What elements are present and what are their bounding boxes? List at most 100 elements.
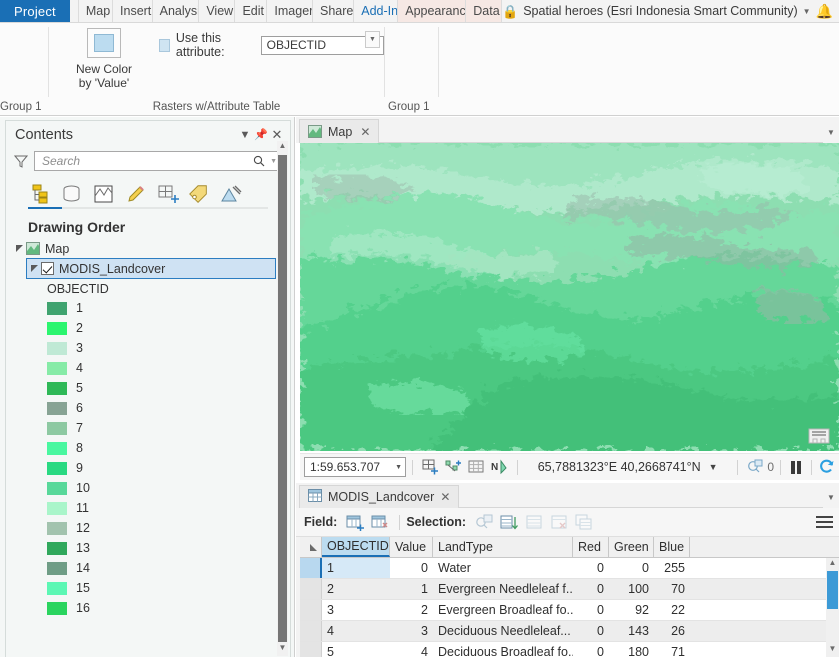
- list-by-editing-icon[interactable]: [124, 183, 147, 205]
- list-by-selection-icon[interactable]: [92, 183, 115, 205]
- tab-map[interactable]: Map: [77, 0, 114, 22]
- cell-value[interactable]: 1: [390, 579, 433, 599]
- column-header-green[interactable]: Green: [609, 537, 654, 557]
- cell-green[interactable]: 180: [609, 642, 654, 657]
- view-tab-overflow-icon[interactable]: ▼: [823, 128, 839, 143]
- search-input[interactable]: Search ▼: [34, 151, 282, 171]
- legend-item[interactable]: 11: [47, 498, 290, 518]
- layer-visibility-checkbox[interactable]: [41, 262, 54, 275]
- cell-objectid[interactable]: 1: [322, 558, 390, 578]
- cell-value[interactable]: 3: [390, 621, 433, 641]
- list-by-charts-icon[interactable]: [220, 183, 243, 205]
- scroll-down-icon[interactable]: ▼: [826, 644, 839, 657]
- add-map-frame-icon[interactable]: [422, 459, 439, 475]
- column-header-landtype[interactable]: LandType: [433, 537, 573, 557]
- cell-landtype[interactable]: Evergreen Needleleaf f...: [433, 579, 573, 599]
- cell-objectid[interactable]: 3: [322, 600, 390, 620]
- tab-data[interactable]: Data: [466, 0, 503, 22]
- tab-imagery[interactable]: Imager: [267, 0, 314, 22]
- legend-item[interactable]: 2: [47, 318, 290, 338]
- cell-green[interactable]: 92: [609, 600, 654, 620]
- table-tab-modis-landcover[interactable]: MODIS_Landcover ✕: [299, 485, 460, 508]
- copy-selection-icon[interactable]: [575, 514, 594, 531]
- add-field-icon[interactable]: [346, 514, 365, 531]
- cell-landtype[interactable]: Deciduous Needleleaf...: [433, 621, 573, 641]
- legend-item[interactable]: 5: [47, 378, 290, 398]
- tab-analysis[interactable]: Analysi: [152, 0, 200, 22]
- legend-item[interactable]: 15: [47, 578, 290, 598]
- table-row[interactable]: 4 3 Deciduous Needleleaf... 0 143 26: [300, 621, 839, 642]
- row-selector[interactable]: [300, 558, 322, 578]
- cell-objectid[interactable]: 5: [322, 642, 390, 657]
- expand-triangle-icon[interactable]: [13, 244, 26, 253]
- list-by-snapping-icon[interactable]: [156, 183, 179, 205]
- tab-appearance[interactable]: Appearance: [398, 0, 467, 22]
- tab-add-in[interactable]: Add-In: [354, 0, 399, 22]
- cell-value[interactable]: 2: [390, 600, 433, 620]
- filter-funnel-icon[interactable]: [13, 155, 29, 168]
- ribbon-overflow-button[interactable]: ▼: [365, 31, 380, 48]
- tab-insert[interactable]: Insert: [113, 0, 153, 22]
- chevron-down-icon[interactable]: ▼: [803, 7, 811, 16]
- list-by-drawing-order-icon[interactable]: [28, 183, 51, 205]
- table-vertical-scrollbar[interactable]: ▲ ▼: [826, 558, 839, 657]
- map-scale-dropdown[interactable]: 1:59.653.707 ▼: [304, 457, 406, 477]
- cell-blue[interactable]: 255: [654, 558, 690, 578]
- add-selection-icon[interactable]: [445, 459, 462, 475]
- expand-triangle-icon[interactable]: [28, 264, 41, 273]
- legend-item[interactable]: 7: [47, 418, 290, 438]
- legend-item[interactable]: 4: [47, 358, 290, 378]
- row-selector[interactable]: [300, 642, 322, 657]
- cell-blue[interactable]: 22: [654, 600, 690, 620]
- table-row[interactable]: 3 2 Evergreen Broadleaf fo... 0 92 22: [300, 600, 839, 621]
- tab-share[interactable]: Share: [313, 0, 355, 22]
- tab-project[interactable]: Project: [0, 0, 70, 22]
- switch-selection-icon[interactable]: [500, 514, 519, 531]
- map-notes-icon[interactable]: [807, 423, 831, 445]
- legend-item[interactable]: 6: [47, 398, 290, 418]
- column-header-red[interactable]: Red: [573, 537, 609, 557]
- refresh-icon[interactable]: [818, 459, 835, 475]
- map-canvas[interactable]: [300, 143, 839, 451]
- clear-selection-icon[interactable]: [525, 514, 544, 531]
- grid-icon[interactable]: [468, 459, 485, 475]
- table-row[interactable]: 5 4 Deciduous Broadleaf fo... 0 180 71: [300, 642, 839, 657]
- cell-landtype[interactable]: Deciduous Broadleaf fo...: [433, 642, 573, 657]
- tab-edit[interactable]: Edit: [235, 0, 268, 22]
- table-tab-overflow-icon[interactable]: ▼: [823, 493, 839, 508]
- select-by-attributes-icon[interactable]: [475, 514, 494, 531]
- table-corner-cell[interactable]: [300, 537, 322, 557]
- legend-item[interactable]: 9: [47, 458, 290, 478]
- pin-icon[interactable]: 📌: [253, 128, 269, 141]
- cell-objectid[interactable]: 2: [322, 579, 390, 599]
- cell-red[interactable]: 0: [573, 558, 609, 578]
- table-row[interactable]: 1 0 Water 0 0 255: [300, 558, 839, 579]
- cell-green[interactable]: 0: [609, 558, 654, 578]
- scroll-down-icon[interactable]: ▼: [277, 643, 288, 656]
- table-options-menu-icon[interactable]: [816, 516, 833, 528]
- pause-drawing-icon[interactable]: [791, 460, 801, 474]
- cell-landtype[interactable]: Evergreen Broadleaf fo...: [433, 600, 573, 620]
- cell-blue[interactable]: 71: [654, 642, 690, 657]
- use-this-attribute-checkbox[interactable]: [159, 38, 170, 52]
- notification-bell-icon[interactable]: 🔔: [816, 3, 833, 20]
- legend-item[interactable]: 8: [47, 438, 290, 458]
- chevron-down-icon[interactable]: ▼: [265, 158, 277, 165]
- legend-item[interactable]: 14: [47, 558, 290, 578]
- row-selector[interactable]: [300, 621, 322, 641]
- column-header-value[interactable]: Value: [390, 537, 433, 557]
- column-header-blue[interactable]: Blue: [654, 537, 690, 557]
- legend-item[interactable]: 12: [47, 518, 290, 538]
- cell-red[interactable]: 0: [573, 579, 609, 599]
- legend-item[interactable]: 10: [47, 478, 290, 498]
- close-icon[interactable]: ✕: [358, 125, 370, 139]
- row-selector[interactable]: [300, 600, 322, 620]
- delete-selection-icon[interactable]: [550, 514, 569, 531]
- scrollbar-thumb[interactable]: [278, 155, 287, 642]
- cell-red[interactable]: 0: [573, 621, 609, 641]
- cell-green[interactable]: 100: [609, 579, 654, 599]
- calculate-field-icon[interactable]: [371, 514, 390, 531]
- chevron-down-icon[interactable]: ▼: [709, 462, 718, 472]
- list-by-data-source-icon[interactable]: [60, 183, 83, 205]
- contents-scrollbar[interactable]: ▲ ▼: [277, 141, 288, 656]
